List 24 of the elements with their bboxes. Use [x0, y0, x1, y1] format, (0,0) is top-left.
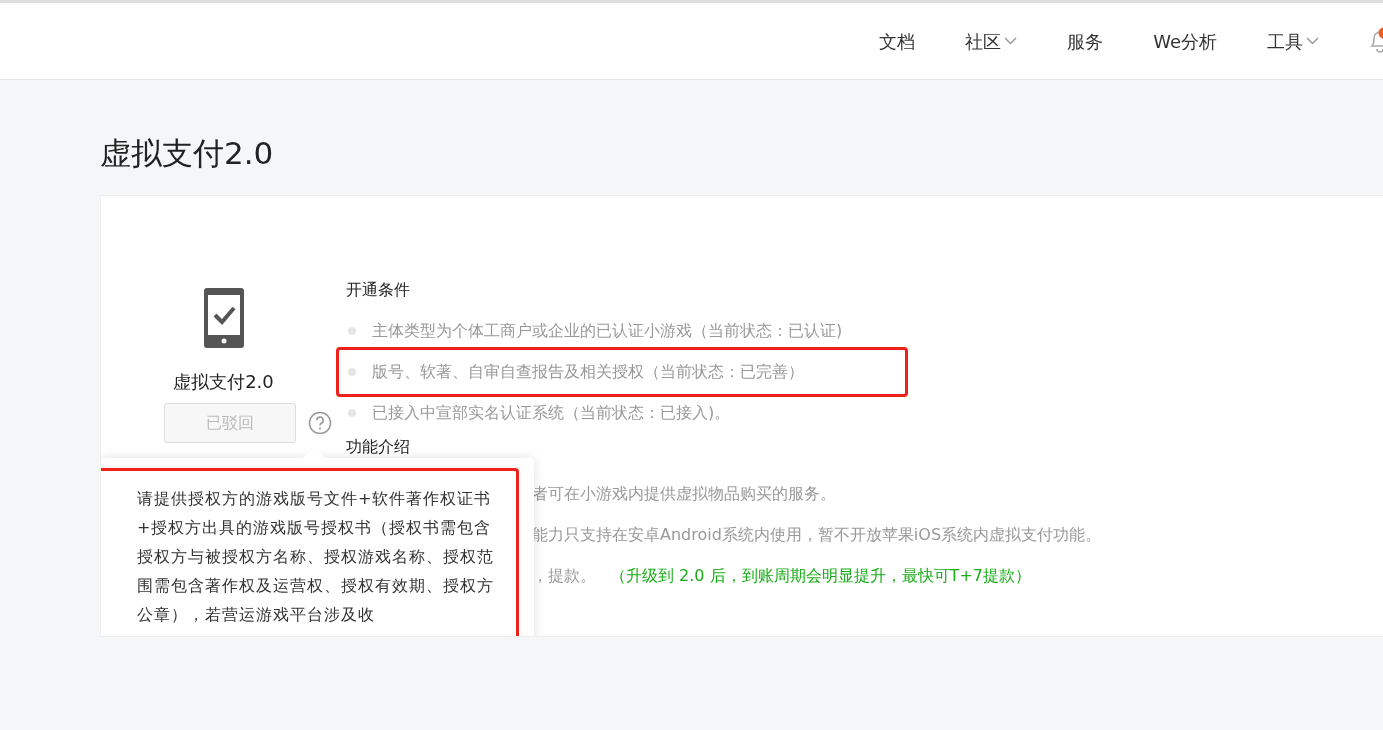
- page-title: 虚拟支付2.0: [100, 134, 275, 173]
- nav-link[interactable]: 文档: [879, 27, 916, 55]
- phone-check-icon: [203, 288, 244, 348]
- bullet-icon: [348, 367, 356, 376]
- section-heading: 开通条件: [346, 279, 410, 301]
- help-icon[interactable]: [307, 411, 332, 435]
- description-text: 者可在小游戏内提供虚拟物品购买的服务。: [532, 482, 836, 505]
- nav-link[interactable]: 工具: [1267, 27, 1319, 55]
- section-heading: 功能介绍: [346, 436, 410, 458]
- note-text: （升级到 2.0 后，到账周期会明显提升，最快可T+7提款）: [610, 564, 1031, 587]
- condition-text: 已接入中宣部实名认证系统（当前状态：已接入)。: [372, 401, 731, 424]
- bullet-icon: [348, 408, 356, 417]
- tooltip-text: 请提供授权方的游戏版号文件+软件著作权证书+授权方出具的游戏版号授权书（授权书需包含授权方与被授权方名称、授权游戏名称、授权范围需包含著作权及运营权、授权有效期、授权方公章），若营运游戏平台涉及收: [137, 488, 495, 626]
- description-text: ，提款。: [532, 564, 596, 587]
- nav-link[interactable]: 社区: [965, 27, 1018, 55]
- caret-icon: [1306, 37, 1319, 45]
- feature-name: 虚拟支付2.0: [173, 370, 274, 394]
- condition-text: 主体类型为个体工商户或企业的已认证小游戏（当前状态：已认证): [372, 319, 843, 342]
- nav-link[interactable]: We分析: [1153, 27, 1217, 55]
- bell-icon[interactable]: [1369, 27, 1383, 55]
- bullet-icon: [348, 326, 356, 335]
- condition-text: 版号、软著、自审自查报告及相关授权（当前状态：已完善）: [372, 360, 804, 383]
- caret-icon: [1004, 37, 1018, 45]
- nav-link[interactable]: 服务: [1067, 27, 1104, 55]
